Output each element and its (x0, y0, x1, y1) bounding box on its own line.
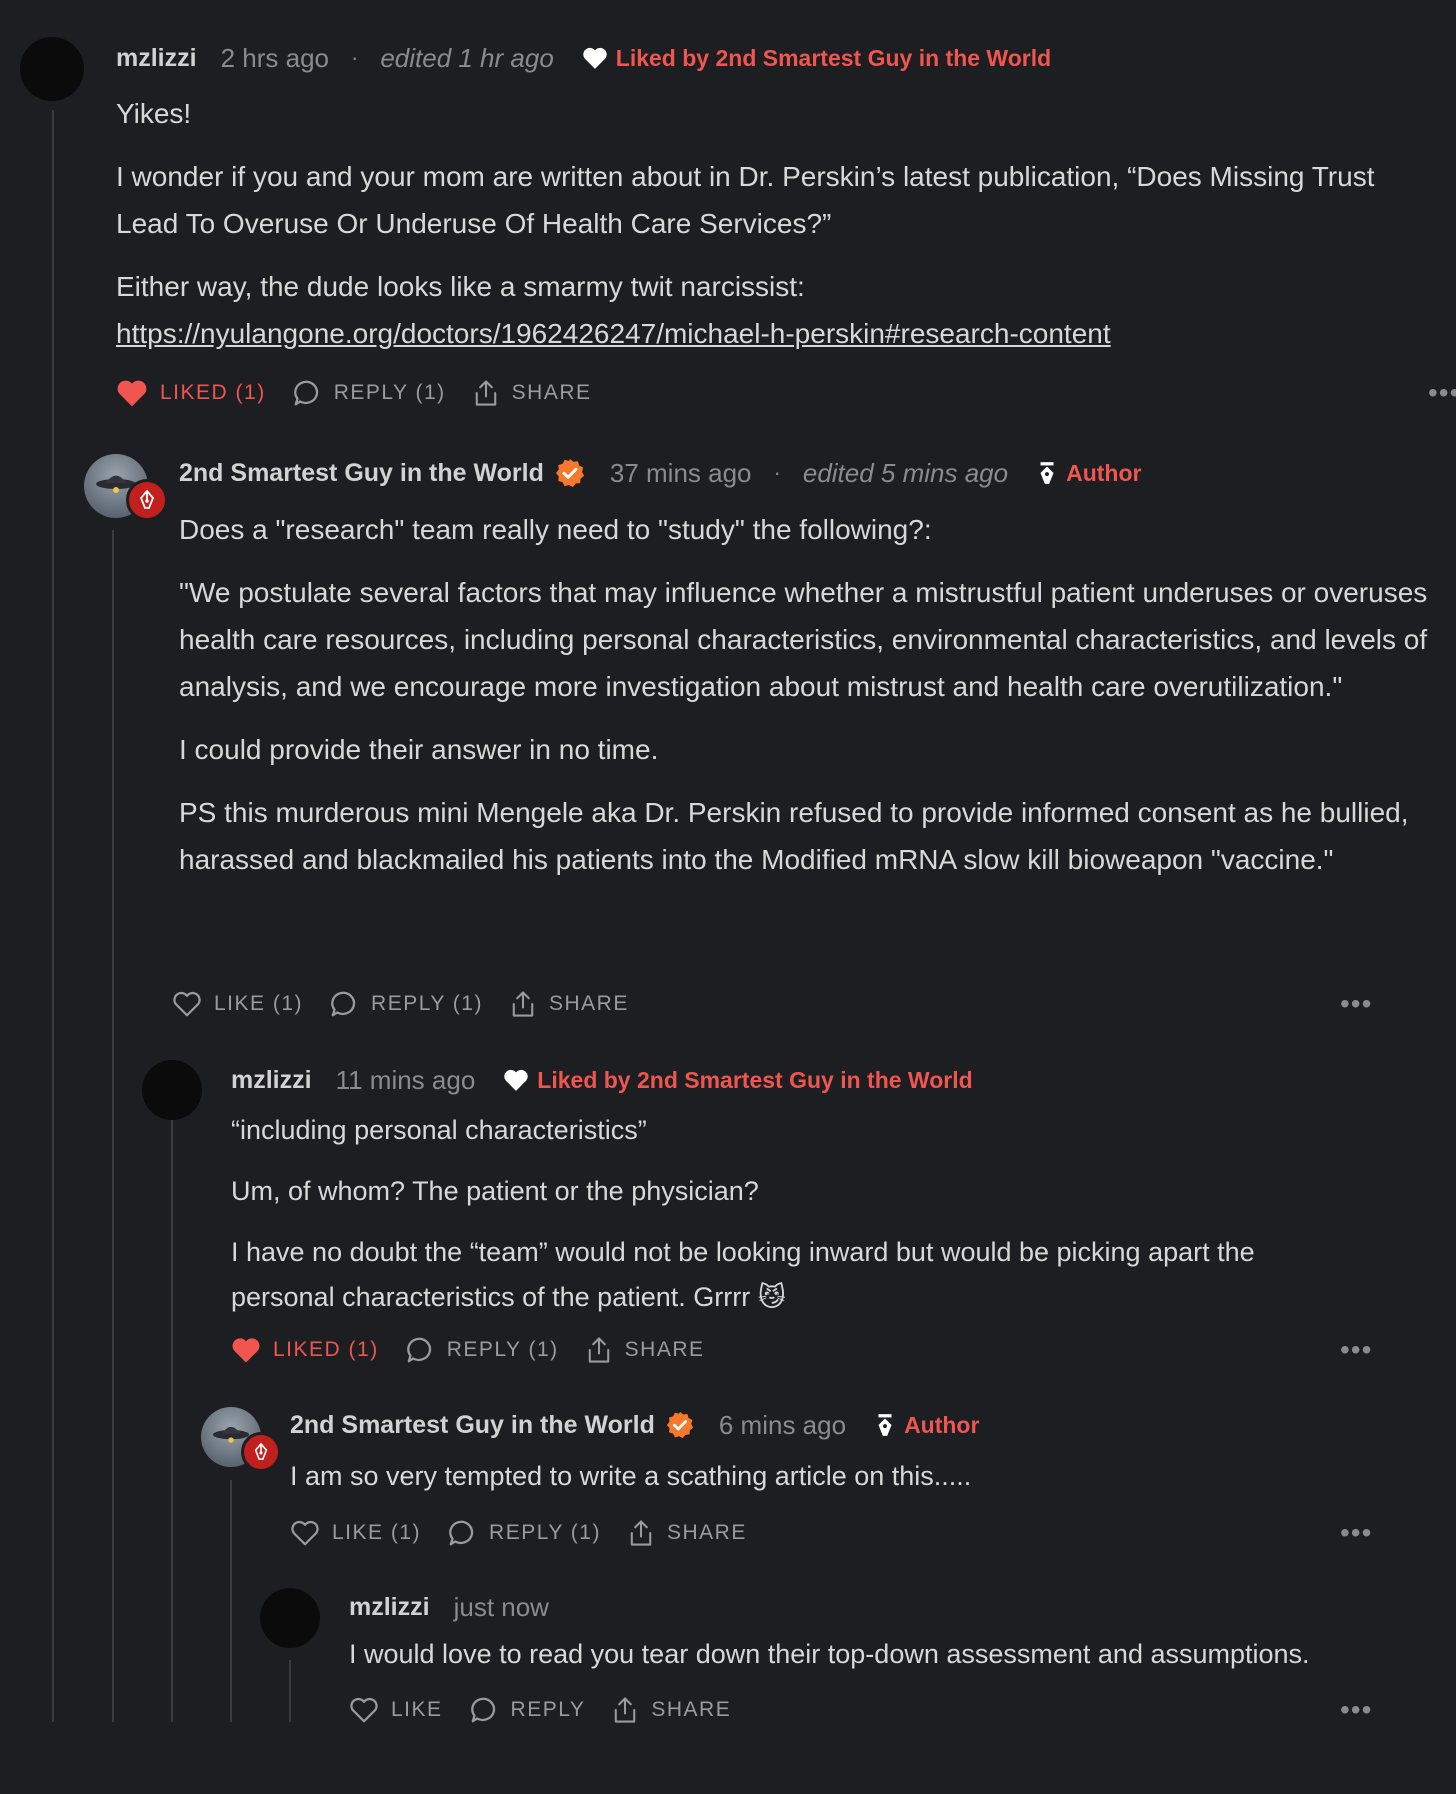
comment-paragraph: Yikes! (116, 98, 192, 129)
like-button[interactable]: LIKED (1) (231, 1336, 379, 1364)
comment-time[interactable]: 11 mins ago (336, 1065, 476, 1096)
comment-meta: 2nd Smartest Guy in the World 6 mins ago… (290, 1405, 979, 1445)
comment-paragraph: I have no doubt the “team” would not be … (231, 1237, 1255, 1312)
verified-check-icon (554, 457, 586, 489)
thread-line (52, 110, 54, 1722)
comment-actions: LIKED (1) REPLY (1) SHARE (116, 376, 618, 410)
reply-button[interactable]: REPLY (1) (292, 378, 446, 408)
avatar[interactable] (20, 37, 84, 101)
comment-time[interactable]: 6 mins ago (719, 1410, 846, 1441)
comment-paragraph: I could provide their answer in no time. (179, 734, 659, 765)
more-options-icon[interactable]: ••• (1340, 1519, 1372, 1547)
reply-button[interactable]: REPLY (1) (447, 1518, 601, 1548)
share-icon (588, 1337, 609, 1363)
share-button[interactable]: SHARE (472, 378, 592, 408)
like-button[interactable]: LIKE (349, 1696, 443, 1724)
heart-icon (173, 991, 201, 1017)
pen-nib-icon (254, 1442, 268, 1461)
edited-label: edited 5 mins ago (802, 457, 1009, 488)
share-button[interactable]: SHARE (585, 1335, 705, 1365)
comment-time[interactable]: just now (454, 1592, 549, 1623)
thread-line (230, 1480, 232, 1722)
liked-by-label: Liked by 2nd Smartest Guy in the World (615, 44, 1052, 71)
comment-bubble-icon (449, 1520, 474, 1546)
comment-body: Does a "research" team really need to "s… (179, 506, 1439, 883)
reply-button[interactable]: REPLY (1) (405, 1335, 559, 1365)
comment-body: “including personal characteristics” Um,… (231, 1108, 1351, 1320)
like-button[interactable]: LIKED (1) (116, 378, 266, 408)
like-button[interactable]: LIKE (1) (172, 990, 303, 1018)
comment-meta: mzlizzi just now (349, 1587, 549, 1627)
avatar[interactable] (260, 1588, 320, 1648)
comment-author[interactable]: mzlizzi (116, 44, 197, 73)
heart-icon (350, 1697, 378, 1723)
share-button[interactable]: SHARE (611, 1695, 731, 1725)
thread-line (171, 1120, 173, 1722)
like-button[interactable]: LIKE (1) (290, 1519, 421, 1547)
comment-bubble-icon (470, 1697, 495, 1723)
comment-body: I would love to read you tear down their… (349, 1632, 1399, 1677)
comment-paragraph: “including personal characteristics” (231, 1115, 647, 1145)
more-options-icon[interactable]: ••• (1340, 1336, 1372, 1364)
share-icon (615, 1697, 636, 1723)
heart-icon (232, 1338, 260, 1363)
pen-nib-icon (1036, 460, 1058, 486)
more-options-icon[interactable]: ••• (1340, 1696, 1372, 1724)
writer-badge (241, 1432, 281, 1472)
separator-dot: · (350, 45, 359, 70)
comment-author[interactable]: 2nd Smartest Guy in the World (179, 459, 544, 488)
comment-actions: LIKE (1) REPLY (1) SHARE (172, 987, 655, 1021)
comment-meta: mzlizzi 2 hrs ago · edited 1 hr ago Like… (116, 38, 1051, 78)
share-icon (630, 1520, 652, 1546)
share-icon (512, 991, 534, 1017)
avatar[interactable] (142, 1060, 202, 1120)
heart-icon (582, 46, 608, 70)
share-button[interactable]: SHARE (627, 1518, 747, 1548)
comment-meta: mzlizzi 11 mins ago Liked by 2nd Smartes… (231, 1061, 973, 1099)
author-badge: Author (904, 1411, 980, 1438)
comment-actions: LIKED (1) REPLY (1) SHARE (231, 1333, 731, 1367)
heart-icon (117, 380, 147, 407)
reply-button[interactable]: REPLY (1) (329, 989, 483, 1019)
comment-meta: 2nd Smartest Guy in the World 37 mins ag… (179, 452, 1141, 494)
comment-author[interactable]: mzlizzi (231, 1066, 312, 1095)
edited-label: edited 1 hr ago (380, 42, 554, 73)
writer-badge (126, 479, 168, 521)
comment-bubble-icon (293, 380, 318, 406)
heart-icon (503, 1068, 529, 1092)
comment-paragraph: Um, of whom? The patient or the physicia… (231, 1176, 759, 1206)
more-options-icon[interactable]: ••• (1340, 990, 1372, 1018)
heart-icon (291, 1520, 319, 1546)
pen-nib-icon (874, 1412, 896, 1438)
comment-actions: LIKE REPLY SHARE (349, 1693, 757, 1727)
comment-paragraph: "We postulate several factors that may i… (179, 577, 1428, 702)
thread-line (112, 530, 114, 1722)
comment-bubble-icon (331, 991, 356, 1017)
research-link[interactable]: https://nyulangone.org/doctors/196242624… (116, 318, 1111, 349)
comment-bubble-icon (406, 1337, 431, 1363)
pen-nib-icon (139, 489, 155, 509)
verified-check-icon (665, 1410, 695, 1440)
comment-actions: LIKE (1) REPLY (1) SHARE (290, 1516, 773, 1550)
more-options-icon[interactable]: ••• (1428, 379, 1456, 407)
share-button[interactable]: SHARE (509, 989, 629, 1019)
author-badge: Author (1066, 459, 1142, 486)
liked-by-label: Liked by 2nd Smartest Guy in the World (537, 1066, 973, 1093)
comment-paragraph: I would love to read you tear down their… (349, 1639, 1310, 1669)
share-icon (475, 380, 496, 406)
comment-paragraph: Does a "research" team really need to "s… (179, 514, 932, 545)
thread-line (289, 1660, 291, 1722)
comment-paragraph: I am so very tempted to write a scathing… (290, 1461, 972, 1491)
comment-time[interactable]: 2 hrs ago (221, 43, 329, 74)
comment-body: Yikes! I wonder if you and your mom are … (116, 90, 1436, 357)
comment-time[interactable]: 37 mins ago (610, 458, 752, 489)
comment-author[interactable]: mzlizzi (349, 1593, 430, 1622)
comment-author[interactable]: 2nd Smartest Guy in the World (290, 1411, 655, 1440)
comment-paragraph: I wonder if you and your mom are written… (116, 161, 1375, 239)
separator-dot: · (773, 460, 781, 485)
comment-body: I am so very tempted to write a scathing… (290, 1454, 1390, 1499)
comment-paragraph: PS this murderous mini Mengele aka Dr. P… (179, 797, 1409, 875)
reply-button[interactable]: REPLY (469, 1695, 586, 1725)
comment-paragraph: Either way, the dude looks like a smarmy… (116, 271, 1111, 349)
